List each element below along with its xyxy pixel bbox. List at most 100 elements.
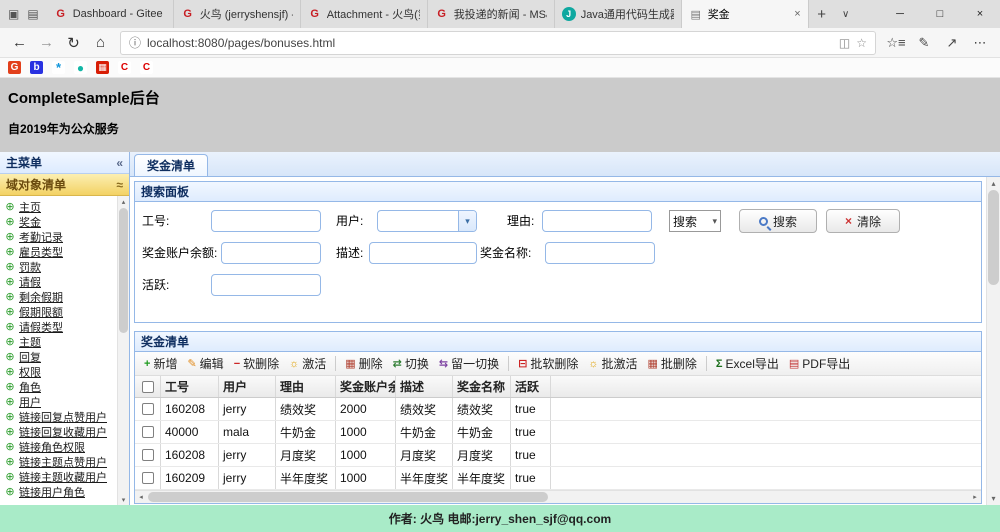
home-icon[interactable]: ⌂ <box>87 30 114 56</box>
batch-soft-delete-button[interactable]: ⊟ 批软删除 <box>513 353 583 374</box>
favorite-icon[interactable]: b <box>30 61 43 74</box>
favorite-gitee-icon[interactable]: G <box>8 61 21 74</box>
user-combo-input[interactable] <box>378 211 458 231</box>
row-checkbox[interactable] <box>141 426 154 438</box>
favorite-icon[interactable]: C <box>140 61 153 74</box>
favorite-icon[interactable]: ▦ <box>96 61 109 74</box>
row-checkbox[interactable] <box>141 449 154 461</box>
favorite-icon[interactable]: ● <box>74 61 87 75</box>
batch-delete-button[interactable]: ▦ 批删除 <box>642 353 701 374</box>
main-vertical-scrollbar[interactable]: ▴ ▾ <box>986 177 1000 505</box>
accordion-header-domain-objects[interactable]: 域对象清单 ≈ <box>0 174 129 196</box>
column-header-active[interactable]: 活跃 <box>511 376 551 397</box>
sidebar-item-link-topic-fav-user[interactable]: ⊕ 链接主题收藏用户 <box>4 469 117 484</box>
sidebar-item-reply[interactable]: ⊕ 回复 <box>4 349 117 364</box>
edit-button[interactable]: ✎ 编辑 <box>182 353 228 374</box>
delete-button[interactable]: ▦ 删除 <box>340 353 387 374</box>
scroll-up-icon[interactable]: ▴ <box>987 177 1000 190</box>
ink-pen-icon[interactable]: ✎ <box>910 30 938 56</box>
sidebar-item-remaining-leave[interactable]: ⊕ 剩余假期 <box>4 289 117 304</box>
user-combobox[interactable]: ▾ <box>377 210 477 232</box>
collapse-sidebar-icon[interactable]: « <box>116 156 123 170</box>
soft-delete-button[interactable]: − 软删除 <box>229 353 284 374</box>
browser-tab-huoniao[interactable]: G 火鸟 (jerryshensjf) - Git <box>174 0 301 28</box>
scroll-up-icon[interactable]: ▴ <box>118 196 129 207</box>
accordion-tool-icon[interactable]: ≈ <box>116 178 123 192</box>
clear-button[interactable]: × 清除 <box>826 209 900 233</box>
column-header-user[interactable]: 用户 <box>219 376 276 397</box>
refresh-icon[interactable]: ↻ <box>60 30 87 56</box>
scroll-down-icon[interactable]: ▾ <box>118 494 129 505</box>
back-icon[interactable]: ← <box>6 30 33 56</box>
table-row[interactable]: 160208 jerry 绩效奖 2000 绩效奖 绩效奖 true <box>135 398 981 421</box>
grid-horizontal-scrollbar[interactable]: ◂ ▸ <box>135 490 981 503</box>
browser-tab-attachment[interactable]: G Attachment - 火鸟(第三 <box>301 0 428 28</box>
sidebar-item-bonus[interactable]: ⊕ 奖金 <box>4 214 117 229</box>
column-header-reason[interactable]: 理由 <box>276 376 336 397</box>
column-header-bonus-name[interactable]: 奖金名称 <box>453 376 511 397</box>
sidebar-item-link-user-role[interactable]: ⊕ 链接用户角色 <box>4 484 117 499</box>
bonus-name-input[interactable] <box>545 242 655 264</box>
sidebar-item-link-role-permission[interactable]: ⊕ 链接角色权限 <box>4 439 117 454</box>
sidebar-scrollbar[interactable]: ▴ ▾ <box>117 196 129 505</box>
sidebar-item-leave-type[interactable]: ⊕ 请假类型 <box>4 319 117 334</box>
maximize-button[interactable]: □ <box>920 0 960 28</box>
active-input[interactable] <box>211 274 321 296</box>
search-mode-select[interactable]: 搜索 ▾ <box>669 210 721 232</box>
sidebar-item-home[interactable]: ⊕ 主页 <box>4 199 117 214</box>
table-row[interactable]: 160208 jerry 月度奖 1000 月度奖 月度奖 true <box>135 444 981 467</box>
more-options-icon[interactable]: ⋯ <box>966 30 994 56</box>
scrollbar-thumb[interactable] <box>988 190 999 285</box>
sidebar-item-employee-type[interactable]: ⊕ 雇员类型 <box>4 244 117 259</box>
forward-icon[interactable]: → <box>33 30 60 56</box>
batch-activate-button[interactable]: ☼ 批激活 <box>583 353 642 374</box>
add-favorite-star-icon[interactable]: ☆ <box>856 36 867 50</box>
add-button[interactable]: + 新增 <box>139 353 182 374</box>
share-icon[interactable]: ↗ <box>938 30 966 56</box>
table-row[interactable]: 160209 jerry 半年度奖 1000 半年度奖 半年度奖 true <box>135 467 981 490</box>
sidebar-item-fine[interactable]: ⊕ 罚款 <box>4 259 117 274</box>
sidebar-item-permission[interactable]: ⊕ 权限 <box>4 364 117 379</box>
sidebar-item-leave-quota[interactable]: ⊕ 假期限额 <box>4 304 117 319</box>
toggle-keep-one-button[interactable]: ⇆ 留一切换 <box>434 353 504 374</box>
favorite-icon[interactable]: * <box>52 60 65 75</box>
favorite-icon[interactable]: C <box>118 61 131 74</box>
set-aside-tabs-icon[interactable]: ▤ <box>27 7 38 21</box>
sidebar-item-link-reply-like-user[interactable]: ⊕ 链接回复点赞用户 <box>4 409 117 424</box>
sidebar-item-attendance[interactable]: ⊕ 考勤记录 <box>4 229 117 244</box>
table-row[interactable]: 40000 mala 牛奶金 1000 牛奶金 牛奶金 true <box>135 421 981 444</box>
sidebar-item-topic[interactable]: ⊕ 主题 <box>4 334 117 349</box>
close-button[interactable]: × <box>960 0 1000 28</box>
browser-tab-generator[interactable]: J Java通用代码生成器光 <box>555 0 682 28</box>
sidebar-item-leave[interactable]: ⊕ 请假 <box>4 274 117 289</box>
search-button[interactable]: 搜索 <box>739 209 817 233</box>
minimize-button[interactable]: ─ <box>880 0 920 28</box>
description-input[interactable] <box>369 242 477 264</box>
browser-tab-bonus-active[interactable]: ▤ 奖金 × <box>681 0 809 28</box>
column-header-balance[interactable]: 奖金账户余额 <box>336 376 396 397</box>
scrollbar-thumb[interactable] <box>119 208 128 333</box>
scroll-right-icon[interactable]: ▸ <box>969 491 981 503</box>
balance-input[interactable] <box>221 242 321 264</box>
sidebar-item-user[interactable]: ⊕ 用户 <box>4 394 117 409</box>
tab-bonus-list[interactable]: 奖金清单 <box>134 154 209 176</box>
emp-no-input[interactable] <box>211 210 321 232</box>
new-tab-button[interactable]: + <box>809 0 835 28</box>
sidebar-item-link-topic-like-user[interactable]: ⊕ 链接主题点赞用户 <box>4 454 117 469</box>
toggle-button[interactable]: ⇄ 切换 <box>388 353 434 374</box>
browser-tab-dashboard[interactable]: G Dashboard - Gitee <box>47 0 174 28</box>
scroll-left-icon[interactable]: ◂ <box>135 491 147 503</box>
address-bar[interactable]: ⓘ localhost:8080/pages/bonuses.html ◫ ☆ <box>120 30 876 55</box>
tab-close-icon[interactable]: × <box>794 8 800 20</box>
sidebar-item-link-reply-fav-user[interactable]: ⊕ 链接回复收藏用户 <box>4 424 117 439</box>
pdf-export-button[interactable]: ▤ PDF导出 <box>784 353 855 374</box>
browser-tab-news[interactable]: G 我投递的新闻 - MS&A( <box>428 0 555 28</box>
reason-input[interactable] <box>542 210 652 232</box>
row-checkbox[interactable] <box>141 403 154 415</box>
reading-view-icon[interactable]: ◫ <box>839 36 850 50</box>
column-header-description[interactable]: 描述 <box>396 376 453 397</box>
column-header-emp-no[interactable]: 工号 <box>161 376 219 397</box>
activate-button[interactable]: ☼ 激活 <box>284 353 331 374</box>
tab-list-arrow[interactable]: ∨ <box>835 0 857 28</box>
scrollbar-thumb[interactable] <box>148 492 548 502</box>
